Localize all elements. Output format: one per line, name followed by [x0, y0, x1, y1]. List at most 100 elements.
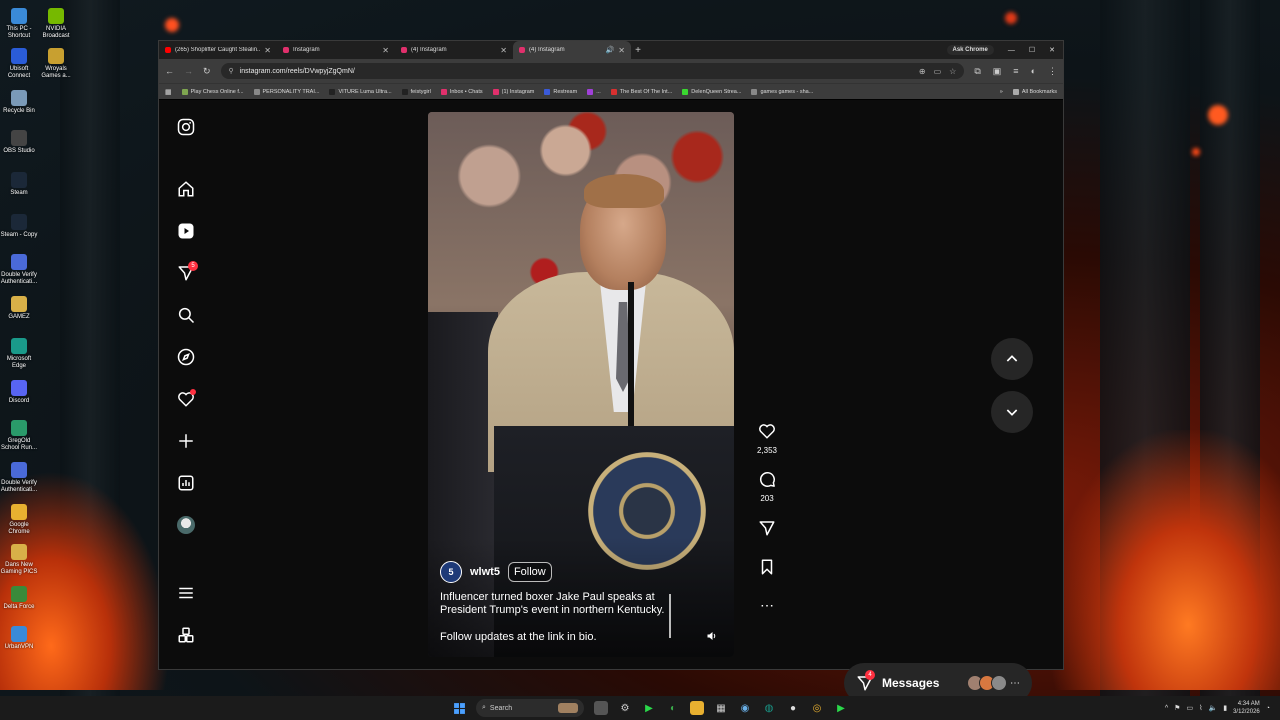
bookmark-item[interactable]: Inbox • Chats	[440, 88, 483, 95]
desktop-shortcut[interactable]: GregOld School Run...	[0, 420, 38, 452]
caption-scrollbar[interactable]	[669, 594, 671, 638]
author-avatar[interactable]: 5	[440, 561, 462, 583]
desktop-shortcut[interactable]: Discord	[0, 380, 38, 405]
instagram-logo-icon[interactable]	[176, 117, 196, 137]
game-bar-icon[interactable]: ▶	[642, 701, 656, 715]
reel-caption[interactable]: Influencer turned boxer Jake Paul speaks…	[440, 591, 670, 617]
share-action[interactable]	[752, 519, 782, 542]
close-tab-icon[interactable]: ✕	[264, 46, 271, 55]
bookmark-item[interactable]: Play Chess Online f...	[181, 88, 244, 95]
show-hidden-icons[interactable]: ^	[1165, 705, 1168, 712]
close-tab-icon[interactable]: ✕	[382, 46, 389, 55]
desktop-shortcut[interactable]: OBS Studio	[0, 130, 38, 155]
desktop-shortcut[interactable]: This PC - Shortcut	[0, 8, 38, 40]
bookmark-item[interactable]: ...	[587, 88, 601, 95]
messages-icon[interactable]: 5	[176, 261, 198, 283]
bookmark-item[interactable]: PERSONALITY TRAI...	[253, 88, 319, 95]
desktop-shortcut[interactable]: NVIDIA Broadcast	[37, 8, 75, 40]
bookmark-item[interactable]: VITURE Luma Ultra...	[329, 88, 392, 95]
heart-icon[interactable]	[752, 422, 782, 445]
tab-instagram[interactable]: Instagram ✕	[277, 41, 395, 59]
profile-avatar[interactable]	[176, 515, 196, 535]
close-tab-icon[interactable]: ✕	[500, 46, 507, 55]
desktop-shortcut[interactable]: UrbanVPN	[0, 626, 38, 651]
taskbar-search[interactable]: ⌕ Search	[476, 699, 584, 717]
desktop-shortcut[interactable]: Double Verify Authenticati...	[0, 254, 38, 286]
task-view-icon[interactable]	[594, 701, 608, 715]
apps-icon[interactable]: ▦	[165, 88, 172, 96]
bookmark-item[interactable]: Restream	[544, 88, 577, 95]
bookmark-item[interactable]: (1) Instagram	[492, 88, 534, 95]
github-icon[interactable]: ●	[786, 701, 800, 715]
bookmark-icon[interactable]	[752, 558, 782, 581]
reload-button[interactable]: ↻	[203, 66, 211, 77]
desktop-shortcut[interactable]: Dans New Gaming PICS	[0, 544, 38, 576]
cast-icon[interactable]: ▭	[934, 67, 942, 76]
site-info-icon[interactable]: ⚲	[229, 67, 234, 75]
reels-icon[interactable]	[176, 221, 196, 241]
minimize-button[interactable]: —	[1008, 47, 1015, 54]
settings-icon[interactable]: ⚙	[618, 701, 632, 715]
new-tab-button[interactable]: +	[631, 45, 645, 56]
profile-icon[interactable]: ◐	[1031, 66, 1036, 77]
tab-youtube[interactable]: (265) Shoplifter Caught Stealin... ✕	[159, 41, 277, 59]
chrome-menu-icon[interactable]: ⋮	[1048, 66, 1057, 77]
edge-icon[interactable]: ◍	[762, 701, 776, 715]
bookmark-item[interactable]: The Best Of The Int...	[610, 88, 672, 95]
volume-icon[interactable]	[704, 628, 720, 644]
back-button[interactable]: ←	[165, 66, 174, 76]
tray-icon[interactable]: ⚑	[1174, 704, 1180, 712]
comment-icon[interactable]	[752, 470, 782, 493]
also-from-meta-icon[interactable]	[176, 625, 196, 645]
author-username[interactable]: wlwt5	[470, 566, 500, 578]
system-clock[interactable]: 4:34 AM 3/12/2026	[1233, 700, 1260, 716]
store-icon[interactable]: ▦	[714, 701, 728, 715]
desktop-shortcut[interactable]: Wroyals Games a...	[37, 48, 75, 80]
desktop-shortcut[interactable]: Google Chrome	[0, 504, 38, 536]
play-icon[interactable]: ▶	[834, 701, 848, 715]
bookmark-item[interactable]: DelenQueen Strea...	[682, 88, 741, 95]
previous-reel-button[interactable]	[991, 338, 1033, 380]
audio-playing-icon[interactable]: 🔊	[606, 46, 615, 54]
desktop-shortcut[interactable]: Steam	[0, 172, 38, 197]
network-icon[interactable]: ⌇	[1199, 704, 1202, 712]
desktop-shortcut[interactable]: Steam - Copy	[0, 214, 38, 239]
bookmark-item[interactable]: feistygirl	[401, 88, 431, 95]
menu-icon[interactable]	[176, 583, 196, 603]
media-controls-icon[interactable]: ≡	[1013, 66, 1018, 77]
explore-icon[interactable]	[176, 347, 196, 367]
zoom-icon[interactable]: ⊕	[919, 67, 926, 76]
notifications-icon[interactable]	[176, 389, 196, 409]
bookmark-item[interactable]: games games - sha...	[751, 88, 813, 95]
desktop-shortcut[interactable]: Ubisoft Connect	[0, 48, 38, 80]
notifications-icon[interactable]: ◔	[1266, 705, 1270, 712]
reel-video[interactable]: 5 wlwt5 Follow Influencer turned boxer J…	[428, 112, 734, 657]
comment-action[interactable]: 203	[752, 470, 782, 503]
desktop-shortcut[interactable]: Double Verify Authenticati...	[0, 462, 38, 494]
address-bar[interactable]: ⚲ instagram.com/reels/DVwpyjZgQmN/ ⊕ ▭ ☆	[220, 63, 965, 79]
home-icon[interactable]	[176, 179, 196, 199]
more-options-icon[interactable]: ⋯	[752, 596, 782, 614]
dashboard-icon[interactable]	[176, 473, 196, 493]
tray-icon[interactable]: ▭	[1186, 704, 1193, 712]
all-bookmarks-folder[interactable]: All Bookmarks	[1012, 88, 1057, 95]
forward-button[interactable]: →	[184, 66, 193, 76]
share-icon[interactable]	[752, 519, 782, 542]
bookmarks-overflow-icon[interactable]: »	[1000, 89, 1003, 95]
start-icon[interactable]	[452, 701, 466, 715]
extensions-icon[interactable]: ⧉	[974, 66, 980, 77]
desktop-shortcut[interactable]: Microsoft Edge	[0, 338, 38, 370]
xbox-icon[interactable]: ◐	[666, 701, 680, 715]
file-explorer-icon[interactable]	[690, 701, 704, 715]
desktop-shortcut[interactable]: Recycle Bin	[0, 90, 38, 115]
desktop-shortcut[interactable]: GAMEZ	[0, 296, 38, 321]
tab-instagram[interactable]: (4) Instagram ✕	[395, 41, 513, 59]
desktop-shortcut[interactable]: Delta Force	[0, 586, 38, 611]
tab-instagram-active[interactable]: (4) Instagram 🔊 ✕	[513, 41, 631, 59]
bookmark-star-icon[interactable]: ☆	[949, 67, 956, 76]
battery-icon[interactable]: ▮	[1223, 704, 1227, 712]
chrome-icon[interactable]: ◎	[810, 701, 824, 715]
save-action[interactable]	[752, 558, 782, 581]
ask-chrome-button[interactable]: Ask Chrome	[946, 45, 994, 55]
close-window-button[interactable]: ✕	[1049, 46, 1055, 54]
